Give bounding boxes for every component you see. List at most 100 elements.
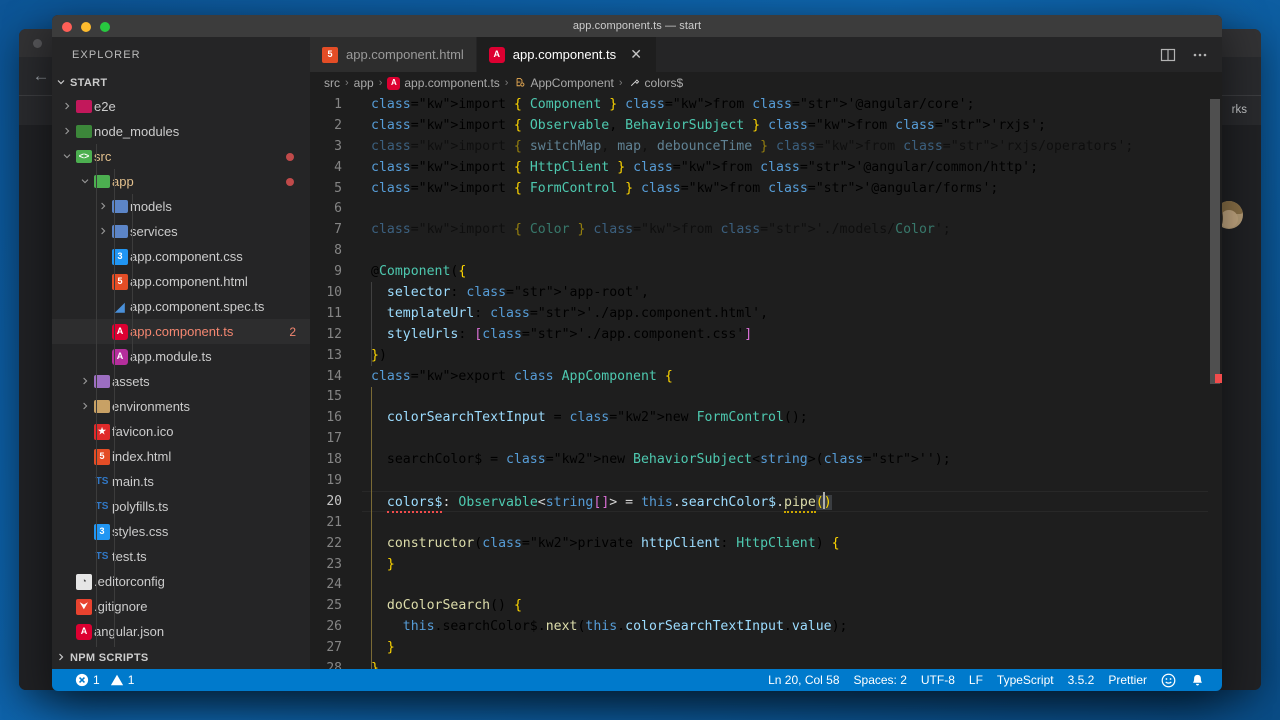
tree-item-favicon-ico[interactable]: ★ favicon.ico [52, 419, 310, 444]
code-line-10[interactable]: 10 selector: class="str">'app-root', [310, 282, 1222, 303]
status-editor-language[interactable]: TypeScript [990, 669, 1061, 691]
status-bar[interactable]: 1 1 Ln 20, Col 58 Spaces: 2 UTF-8 LF Typ… [52, 669, 1222, 691]
code-line-23[interactable]: 23 } [310, 554, 1222, 575]
code-text: selector: class="str">'app-root', [386, 284, 649, 300]
tree-item-label: test.ts [112, 549, 147, 564]
tree-item-assets[interactable]: assets [52, 369, 310, 394]
code-line-2[interactable]: 2 class="kw">import { Observable, Behavio… [310, 115, 1222, 136]
code-line-24[interactable]: 24 [310, 574, 1222, 595]
tree-item-app-component-ts[interactable]: Aapp.component.ts 2 [52, 319, 310, 344]
code-line-20[interactable]: 20 colors$: Observable<string[]> = this.… [310, 490, 1222, 514]
notifications-bell-icon[interactable] [1183, 669, 1212, 691]
code-line-1[interactable]: 1 class="kw">import { Component } class="… [310, 94, 1222, 115]
code-line-19[interactable]: 19 [310, 470, 1222, 491]
bookmark-label[interactable]: rks [1232, 104, 1247, 116]
close-icon[interactable]: ✕ [628, 46, 644, 63]
minimize-window-button[interactable] [81, 22, 91, 32]
code-line-9[interactable]: 9 @Component({ [310, 261, 1222, 282]
tree-item--gitignore[interactable]: ⮟ .gitignore [52, 594, 310, 619]
tree-item-app-component-html[interactable]: 5 app.component.html [52, 269, 310, 294]
code-line-17[interactable]: 17 [310, 428, 1222, 449]
tree-item-angular-json[interactable]: Aangular.json [52, 619, 310, 644]
tree-item-main-ts[interactable]: TS main.ts [52, 469, 310, 494]
code-line-5[interactable]: 5 class="kw">import { FormControl } class… [310, 178, 1222, 199]
code-line-12[interactable]: 12 styleUrls: [class="str">'./app.compon… [310, 324, 1222, 345]
tree-item-label: main.ts [112, 474, 154, 489]
tree-item-label: index.html [112, 449, 172, 464]
maximize-window-button[interactable] [100, 22, 110, 32]
tree-item-models[interactable]: models [52, 194, 310, 219]
tree-item-styles-css[interactable]: 3 styles.css [52, 519, 310, 544]
file-tree[interactable]: e2e node_modules <> src app models services 3 ap… [52, 94, 310, 647]
breadcrumb-item-class[interactable]: AppComponent [513, 76, 614, 90]
code-line-25[interactable]: 25 doColorSearch() { [310, 595, 1222, 616]
code-line-18[interactable]: 18 searchColor$ = class="kw2">new Behavi… [310, 449, 1222, 470]
explorer-sidebar[interactable]: EXPLORER START e2e node_modules <> src app mo… [52, 37, 310, 669]
breadcrumb-item-file[interactable]: A app.component.ts [387, 76, 500, 90]
split-editor-icon[interactable] [1160, 47, 1176, 63]
tree-item-app-component-spec-ts[interactable]: ◢ app.component.spec.ts [52, 294, 310, 319]
code-line-15[interactable]: 15 [310, 386, 1222, 407]
tree-item-polyfills-ts[interactable]: TS polyfills.ts [52, 494, 310, 519]
code-line-3[interactable]: 3 class="kw">import { switchMap, map, deb… [310, 136, 1222, 157]
tree-item--editorconfig[interactable]: ◔ .editorconfig [52, 569, 310, 594]
tree-item-app-component-css[interactable]: 3 app.component.css [52, 244, 310, 269]
code-lines[interactable]: 1 class="kw">import { Component } class="… [310, 94, 1222, 669]
section-header-start[interactable]: START [52, 72, 310, 94]
breadcrumb-item-property[interactable]: colors$ [628, 76, 683, 90]
code-line-28[interactable]: 28} [310, 658, 1222, 669]
line-number: 7 [334, 222, 342, 238]
code-line-13[interactable]: 13}) [310, 345, 1222, 366]
editor-tabs[interactable]: 5 app.component.html A app.component.ts … [310, 37, 1222, 72]
code-editor[interactable]: 1 class="kw">import { Component } class="… [310, 94, 1222, 669]
tree-item-label: services [130, 224, 178, 239]
code-line-8[interactable]: 8 [310, 240, 1222, 261]
status-editor-position[interactable]: Ln 20, Col 58 [761, 669, 846, 691]
status-editor-encoding[interactable]: UTF-8 [914, 669, 962, 691]
code-line-26[interactable]: 26 this.searchColor$.next(this.colorSear… [310, 616, 1222, 637]
code-line-7[interactable]: 7 class="kw">import { Color } class="kw">… [310, 219, 1222, 240]
overview-error-marker [1215, 374, 1222, 383]
tree-item-environments[interactable]: environments [52, 394, 310, 419]
close-window-button[interactable] [62, 22, 72, 32]
breadcrumb[interactable]: src › app › A app.component.ts › AppComp… [310, 72, 1222, 94]
code-line-6[interactable]: 6 [310, 198, 1222, 219]
tree-item-src[interactable]: <> src [52, 144, 310, 169]
line-number: 12 [326, 326, 342, 342]
code-text: } [386, 640, 395, 656]
tab-app-component-html[interactable]: 5 app.component.html [310, 37, 477, 72]
tab-app-component-ts[interactable]: A app.component.ts ✕ [476, 37, 658, 72]
breadcrumb-label: src [324, 76, 340, 90]
bg-close-button[interactable] [33, 39, 42, 48]
code-line-11[interactable]: 11 templateUrl: class="str">'./app.compo… [310, 303, 1222, 324]
code-line-27[interactable]: 27 } [310, 637, 1222, 658]
tree-item-index-html[interactable]: 5 index.html [52, 444, 310, 469]
code-line-22[interactable]: 22 constructor(class="kw2">private httpC… [310, 533, 1222, 554]
tree-item-e2e[interactable]: e2e [52, 94, 310, 119]
back-arrow-icon[interactable]: ← [30, 65, 52, 87]
tree-item-test-ts[interactable]: TS test.ts [52, 544, 310, 569]
status-bar-right[interactable]: Ln 20, Col 58 Spaces: 2 UTF-8 LF TypeScr… [761, 669, 1222, 691]
status-editor-eol[interactable]: LF [962, 669, 990, 691]
tree-item-node-modules[interactable]: node_modules [52, 119, 310, 144]
tree-item-app[interactable]: app [52, 169, 310, 194]
tree-item-services[interactable]: services [52, 219, 310, 244]
scrollbar-thumb[interactable] [1210, 99, 1220, 384]
status-formatter-prettier[interactable]: Prettier [1101, 669, 1154, 691]
breadcrumb-item-app[interactable]: app [354, 76, 374, 90]
feedback-smiley-icon[interactable] [1154, 669, 1183, 691]
vscode-window[interactable]: app.component.ts — start EXPLORER START … [52, 15, 1222, 691]
error-count: 1 [93, 673, 100, 687]
code-line-21[interactable]: 21 [310, 512, 1222, 533]
status-typescript-version[interactable]: 3.5.2 [1061, 669, 1102, 691]
code-line-14[interactable]: 14 class="kw">export class AppComponent { [310, 366, 1222, 387]
status-problems[interactable]: 1 1 [68, 669, 141, 691]
section-header-npm-scripts[interactable]: NPM SCRIPTS [52, 647, 310, 669]
breadcrumb-item-src[interactable]: src [324, 76, 340, 90]
status-editor-indent[interactable]: Spaces: 2 [847, 669, 914, 691]
code-line-16[interactable]: 16 colorSearchTextInput = class="kw2">ne… [310, 407, 1222, 428]
code-line-4[interactable]: 4 class="kw">import { HttpClient } class=… [310, 157, 1222, 178]
more-actions-icon[interactable] [1192, 47, 1208, 63]
editor-scrollbar[interactable] [1208, 94, 1222, 669]
tree-item-app-module-ts[interactable]: Aapp.module.ts [52, 344, 310, 369]
